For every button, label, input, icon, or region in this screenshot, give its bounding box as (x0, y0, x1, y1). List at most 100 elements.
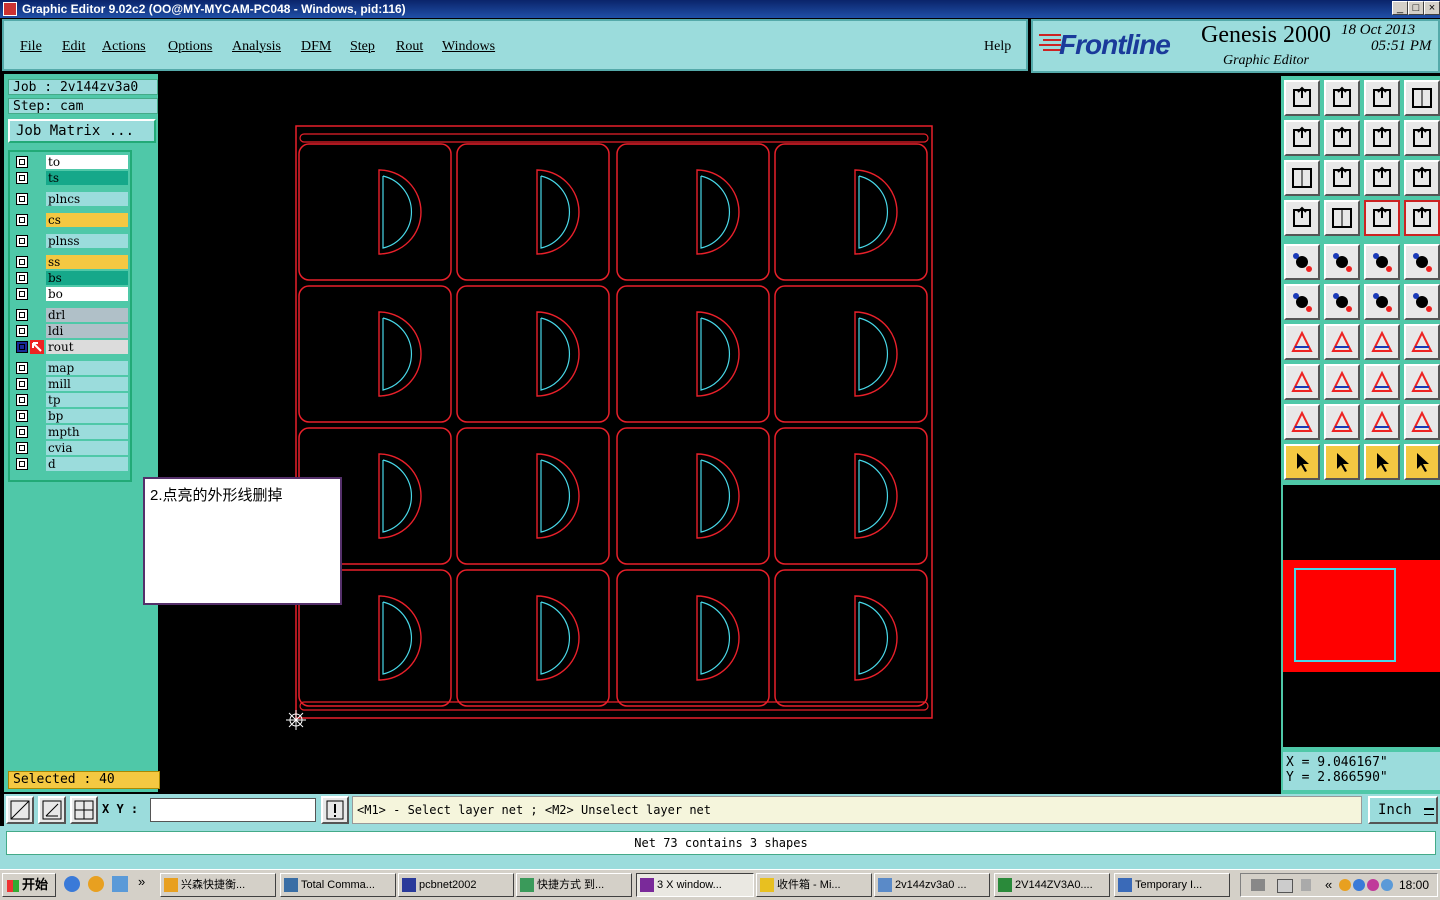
layer-checkbox[interactable] (16, 193, 28, 205)
menu-step[interactable]: Step (350, 39, 375, 55)
explorer-icon[interactable] (88, 876, 104, 892)
layer-color-button[interactable] (1364, 200, 1400, 236)
tray-app-icon[interactable] (1353, 879, 1365, 891)
layer-row[interactable]: drl (10, 308, 130, 322)
task-button[interactable]: Total Comma... (280, 873, 396, 897)
layer-row[interactable]: cvia (10, 441, 130, 455)
d-cutout-outline[interactable] (536, 453, 580, 539)
d-cutout-arc[interactable] (382, 317, 413, 391)
board-outline[interactable] (616, 285, 770, 423)
save-button[interactable] (1324, 80, 1360, 116)
edit-line-button[interactable] (1284, 324, 1320, 360)
layer-row[interactable]: mpth (10, 425, 130, 439)
layer-row[interactable]: bs (10, 271, 130, 285)
d-cutout-outline[interactable] (696, 169, 740, 255)
d-cutout-arc[interactable] (858, 459, 889, 533)
menu-options[interactable]: Options (168, 39, 212, 55)
tray-expand-icon[interactable]: « (1325, 874, 1332, 896)
menu-edit[interactable]: Edit (62, 39, 85, 55)
zoom-fit-button[interactable] (1284, 160, 1320, 196)
fiducial-target[interactable] (286, 710, 306, 730)
layer-name[interactable]: mill (46, 377, 128, 391)
layer-row[interactable]: cs (10, 213, 130, 227)
segment-button[interactable] (1324, 364, 1360, 400)
menu-dfm[interactable]: DFM (301, 39, 331, 55)
more-chevron-icon[interactable]: » (138, 874, 145, 889)
layer-row[interactable]: tp (10, 393, 130, 407)
zoom-center-button[interactable] (1324, 160, 1360, 196)
open-button[interactable] (1284, 80, 1320, 116)
triangle-d-button[interactable] (1404, 404, 1440, 440)
line-button[interactable] (1324, 324, 1360, 360)
layer-checkbox[interactable] (16, 410, 28, 422)
d-cutout-outline[interactable] (854, 453, 898, 539)
board-outline[interactable] (298, 285, 452, 423)
dimension-button[interactable] (1364, 364, 1400, 400)
layer-name[interactable]: cs (46, 213, 128, 227)
menu-analysis[interactable]: Analysis (232, 39, 281, 55)
undo-redo-button[interactable] (1364, 120, 1400, 156)
minimize-button[interactable]: _ (1392, 1, 1408, 15)
ratio-button[interactable] (1364, 160, 1400, 196)
task-button-active[interactable]: 3 X window... (636, 873, 754, 897)
pointer-select-button[interactable] (1324, 444, 1360, 480)
d-cutout-outline[interactable] (536, 169, 580, 255)
d-cutout-outline[interactable] (378, 169, 422, 255)
flip-button[interactable] (1404, 324, 1440, 360)
d-cutout-arc[interactable] (858, 601, 889, 675)
d-cutout-arc[interactable] (700, 175, 731, 249)
move-button[interactable] (1364, 284, 1400, 320)
maximize-button[interactable]: □ (1408, 1, 1424, 15)
layer-checkbox[interactable] (16, 378, 28, 390)
d-cutout-outline[interactable] (854, 311, 898, 397)
start-button[interactable]: 开始 (2, 873, 56, 897)
d-cutout-arc[interactable] (382, 175, 413, 249)
board-outline[interactable] (774, 427, 928, 565)
layer-name[interactable]: bo (46, 287, 128, 301)
tray-app-icon[interactable] (1367, 879, 1379, 891)
add-pad-button[interactable] (1284, 244, 1320, 280)
d-cutout-outline[interactable] (536, 595, 580, 681)
cross-button[interactable] (1324, 284, 1360, 320)
menu-help[interactable]: Help (984, 39, 1011, 55)
d-cutout-outline[interactable] (696, 595, 740, 681)
layer-view-button[interactable] (1404, 200, 1440, 236)
layer-checkbox[interactable] (16, 156, 28, 168)
layer-checkbox[interactable] (16, 256, 28, 268)
board-outline[interactable] (774, 143, 928, 281)
connect-button[interactable] (1284, 284, 1320, 320)
d-cutout-outline[interactable] (696, 453, 740, 539)
help-tray-icon[interactable] (1277, 879, 1293, 893)
layer-checkbox[interactable] (16, 325, 28, 337)
layer-checkbox[interactable] (16, 442, 28, 454)
layer-checkbox[interactable] (16, 272, 28, 284)
layer-name[interactable]: plncs (46, 192, 128, 206)
job-matrix-button[interactable]: Job Matrix ... (8, 119, 156, 143)
layer-checkbox[interactable] (16, 309, 28, 321)
transform-button[interactable] (1324, 244, 1360, 280)
ruler-button[interactable] (1364, 244, 1400, 280)
layer-name[interactable]: rout (46, 340, 128, 354)
angle-button[interactable] (38, 796, 66, 824)
d-cutout-outline[interactable] (378, 311, 422, 397)
d-cutout-arc[interactable] (540, 601, 571, 675)
layer-row[interactable]: plncs (10, 192, 130, 206)
pointer-edit-button[interactable] (1364, 444, 1400, 480)
d-cutout-arc[interactable] (540, 175, 571, 249)
layer-checkbox[interactable] (16, 426, 28, 438)
unit-selector[interactable]: Inch (1368, 796, 1438, 824)
layer-name[interactable]: to (46, 155, 128, 169)
pointer-button[interactable] (1284, 444, 1320, 480)
layer-row[interactable]: plnss (10, 234, 130, 248)
d-cutout-arc[interactable] (700, 317, 731, 391)
board-outline[interactable] (616, 427, 770, 565)
tray-app-icon[interactable] (1339, 879, 1351, 891)
layer-name[interactable]: d (46, 457, 128, 471)
snap-button[interactable] (6, 796, 34, 824)
net-select-button[interactable] (1404, 444, 1440, 480)
d-cutout-arc[interactable] (700, 459, 731, 533)
task-button[interactable]: 2V144ZV3A0.... (994, 873, 1110, 897)
xy-input[interactable] (150, 798, 316, 822)
help-button[interactable] (1404, 160, 1440, 196)
layer-row[interactable]: mill (10, 377, 130, 391)
